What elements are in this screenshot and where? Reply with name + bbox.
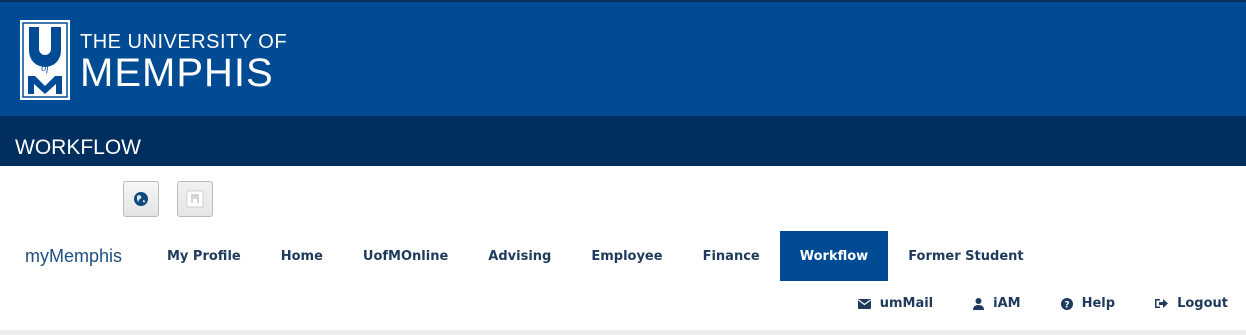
profile-placeholder-icon: [186, 190, 204, 208]
envelope-icon: [857, 298, 871, 309]
university-banner: of THE UNIVERSITY OF MEMPHIS: [0, 0, 1246, 116]
profile-button[interactable]: [177, 181, 213, 217]
iam-label: iAM: [993, 296, 1021, 311]
globe-button[interactable]: [123, 181, 159, 217]
university-wordmark: THE UNIVERSITY OF MEMPHIS: [80, 27, 287, 93]
ummail-link[interactable]: umMail: [857, 296, 934, 311]
sign-out-icon: [1155, 299, 1169, 308]
svg-text:?: ?: [1064, 300, 1069, 310]
section-bar: [0, 116, 1246, 166]
nav-item-workflow[interactable]: Workflow: [779, 231, 889, 281]
svg-text:of: of: [41, 63, 50, 74]
bottom-divider: [0, 330, 1246, 335]
nav-item-former-student[interactable]: Former Student: [888, 231, 1043, 281]
uofm-seal-icon: of: [20, 20, 70, 100]
help-label: Help: [1081, 296, 1116, 311]
main-nav: My Profile Home UofMOnline Advising Empl…: [147, 231, 1044, 281]
wordmark-line1: THE UNIVERSITY OF: [80, 31, 288, 53]
nav-item-finance[interactable]: Finance: [683, 231, 780, 281]
university-logo[interactable]: of THE UNIVERSITY OF MEMPHIS: [20, 20, 287, 100]
site-brand[interactable]: myMemphis: [25, 246, 122, 266]
wordmark-line2: MEMPHIS: [80, 51, 274, 95]
nav-item-my-profile[interactable]: My Profile: [147, 231, 261, 281]
logout-link[interactable]: Logout: [1155, 296, 1228, 311]
logout-label: Logout: [1177, 296, 1228, 311]
question-circle-icon: ?: [1060, 297, 1073, 310]
nav-item-employee[interactable]: Employee: [571, 231, 682, 281]
ummail-label: umMail: [879, 296, 934, 311]
nav-item-advising[interactable]: Advising: [468, 231, 571, 281]
nav-item-uofmonline[interactable]: UofMOnline: [343, 231, 468, 281]
nav-item-home[interactable]: Home: [261, 231, 343, 281]
utility-links: umMail iAM ? Help Logout: [818, 296, 1228, 311]
iam-link[interactable]: iAM: [973, 296, 1021, 311]
page-title: WORKFLOW: [15, 136, 141, 159]
globe-icon: [134, 192, 148, 206]
user-icon: [973, 297, 985, 310]
help-link[interactable]: ? Help: [1060, 296, 1116, 311]
